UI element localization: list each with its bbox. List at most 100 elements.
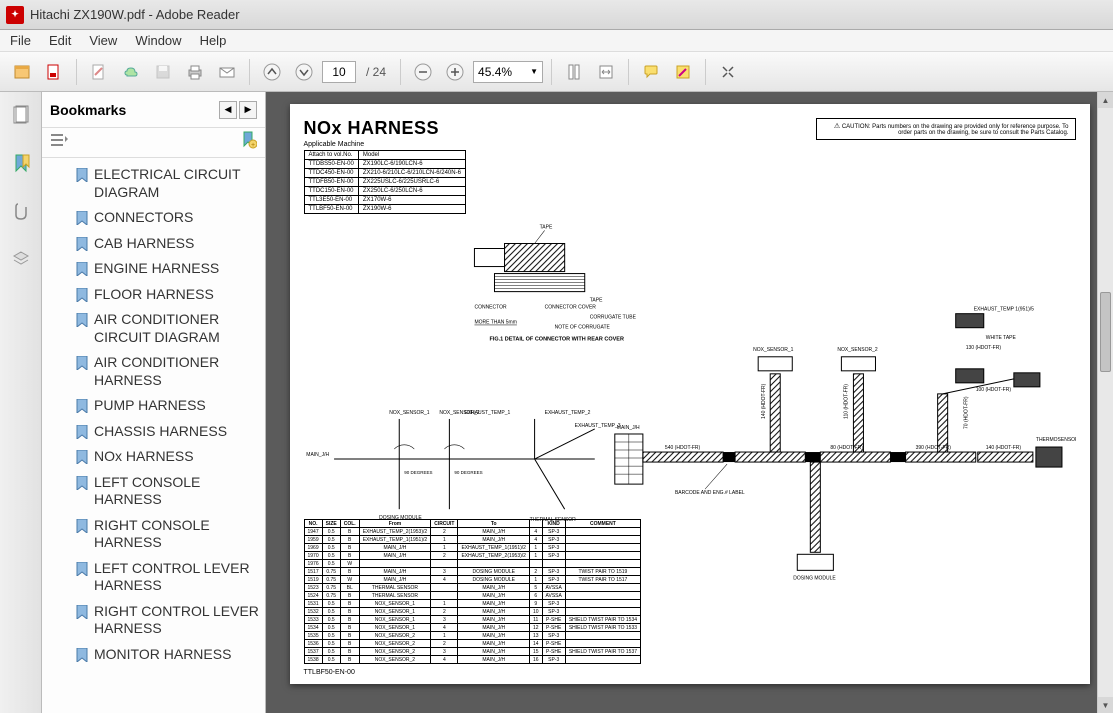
bookmark-label: FLOOR HARNESS [94, 286, 214, 304]
bookmark-icon [76, 425, 88, 439]
svg-text:BARCODE AND ENG.# LABEL: BARCODE AND ENG.# LABEL [674, 490, 744, 496]
highlight-button[interactable] [669, 58, 697, 86]
scroll-thumb[interactable] [1100, 292, 1111, 372]
bookmark-icon [76, 605, 88, 619]
bookmark-item[interactable]: AIR CONDITIONER HARNESS [70, 350, 265, 393]
zoom-out-button[interactable] [409, 58, 437, 86]
svg-text:CORRUGATE TUBE: CORRUGATE TUBE [589, 315, 636, 321]
menu-view[interactable]: View [89, 33, 117, 48]
svg-text:140 (HDOT-FR): 140 (HDOT-FR) [985, 445, 1021, 451]
scroll-up-icon[interactable]: ▲ [1098, 92, 1113, 108]
scroll-down-icon[interactable]: ▼ [1098, 697, 1113, 713]
svg-text:NOX_SENSOR_1: NOX_SENSOR_1 [389, 410, 430, 416]
bookmark-icon [76, 450, 88, 464]
warning-icon: ⚠ [834, 123, 840, 130]
svg-text:MORE THAN 5mm: MORE THAN 5mm [474, 320, 516, 326]
menu-file[interactable]: File [10, 33, 31, 48]
bookmark-label: RIGHT CONSOLE HARNESS [94, 517, 259, 552]
bookmark-item[interactable]: RIGHT CONTROL LEVER HARNESS [70, 599, 265, 642]
svg-text:CONNECTOR COVER: CONNECTOR COVER [544, 305, 596, 311]
bookmark-label: PUMP HARNESS [94, 397, 206, 415]
bookmark-item[interactable]: PUMP HARNESS [70, 393, 265, 419]
bookmark-item[interactable]: CAB HARNESS [70, 231, 265, 257]
bookmark-label: ELECTRICAL CIRCUIT DIAGRAM [94, 166, 259, 201]
comment-button[interactable] [637, 58, 665, 86]
layers-button[interactable] [8, 246, 34, 272]
page-up-button[interactable] [258, 58, 286, 86]
bookmark-icon [76, 356, 88, 370]
bookmark-ribbon-button[interactable] [8, 150, 34, 176]
bookmark-icon [76, 648, 88, 662]
bookmark-item[interactable]: CONNECTORS [70, 205, 265, 231]
bookmark-label: CONNECTORS [94, 209, 193, 227]
bookmark-item[interactable]: ENGINE HARNESS [70, 256, 265, 282]
doc-scrollbar[interactable]: ▲ ▼ [1097, 92, 1113, 713]
create-pdf-button[interactable] [40, 58, 68, 86]
circuit-table: NO.SIZECOL.FromCIRCUITToKINDCOMMENT19470… [304, 519, 642, 664]
bookmark-label: RIGHT CONTROL LEVER HARNESS [94, 603, 259, 638]
svg-text:DOSING MODULE: DOSING MODULE [793, 575, 836, 581]
page-down-button[interactable] [290, 58, 318, 86]
bookmark-item[interactable]: AIR CONDITIONER CIRCUIT DIAGRAM [70, 307, 265, 350]
bookmark-icon [76, 211, 88, 225]
bookmark-label: ENGINE HARNESS [94, 260, 219, 278]
svg-text:MAIN_J/H: MAIN_J/H [306, 452, 329, 458]
fit-page-button[interactable] [560, 58, 588, 86]
svg-text:NOX_SENSOR_1: NOX_SENSOR_1 [753, 347, 794, 353]
applicable-machine-table: Attach to vol.No.ModelTTDBS50-EN-00ZX190… [304, 150, 466, 214]
bookmark-item[interactable]: ELECTRICAL CIRCUIT DIAGRAM [70, 162, 265, 205]
bookmark-item[interactable]: RIGHT CONSOLE HARNESS [70, 513, 265, 556]
page-number-input[interactable] [322, 61, 356, 83]
bookmark-add-button[interactable]: + [241, 131, 257, 154]
svg-text:130 (HDOT-FR): 130 (HDOT-FR) [965, 345, 1001, 351]
bookmark-icon [76, 237, 88, 251]
menu-edit[interactable]: Edit [49, 33, 71, 48]
attachments-button[interactable] [8, 198, 34, 224]
bookmark-item[interactable]: LEFT CONTROL LEVER HARNESS [70, 556, 265, 599]
cloud-button[interactable] [117, 58, 145, 86]
bookmark-item[interactable]: LEFT CONSOLE HARNESS [70, 470, 265, 513]
email-button[interactable] [213, 58, 241, 86]
bookmark-label: LEFT CONTROL LEVER HARNESS [94, 560, 259, 595]
svg-text:NOTE OF CORRUGATE: NOTE OF CORRUGATE [554, 325, 610, 331]
bookmark-icon [76, 262, 88, 276]
bookmark-options-icon[interactable] [50, 132, 68, 153]
page-total-label: / 24 [366, 65, 386, 79]
bookmark-icon [76, 288, 88, 302]
zoom-in-button[interactable] [441, 58, 469, 86]
bookmark-label: LEFT CONSOLE HARNESS [94, 474, 259, 509]
menu-window[interactable]: Window [135, 33, 181, 48]
open-file-button[interactable] [8, 58, 36, 86]
edit-button[interactable] [85, 58, 113, 86]
menu-help[interactable]: Help [200, 33, 227, 48]
bookmark-item[interactable]: NOx HARNESS [70, 444, 265, 470]
save-button[interactable] [149, 58, 177, 86]
page-thumbs-button[interactable] [8, 102, 34, 128]
print-button[interactable] [181, 58, 209, 86]
svg-text:+: + [251, 142, 255, 149]
svg-text:540 (HDOT-FR): 540 (HDOT-FR) [664, 445, 700, 451]
svg-text:WHITE TAPE: WHITE TAPE [985, 335, 1016, 341]
svg-text:90 DEGREES: 90 DEGREES [454, 470, 482, 475]
svg-text:90 DEGREES: 90 DEGREES [404, 470, 432, 475]
bookmark-item[interactable]: FLOOR HARNESS [70, 282, 265, 308]
bookmark-prev-button[interactable]: ◀ [219, 101, 237, 119]
caution-box: ⚠ CAUTION: Parts numbers on the drawing … [816, 118, 1076, 140]
bookmark-label: CAB HARNESS [94, 235, 194, 253]
pdf-app-icon: ✦ [6, 6, 24, 24]
svg-text:EXHAUST_TEMP 1(951)/5: EXHAUST_TEMP 1(951)/5 [973, 307, 1033, 313]
svg-text:100 (HDOT-FR): 100 (HDOT-FR) [975, 387, 1011, 393]
bookmarks-title: Bookmarks [50, 102, 126, 118]
bookmark-item[interactable]: MONITOR HARNESS [70, 642, 265, 668]
bookmark-item[interactable]: CHASSIS HARNESS [70, 419, 265, 445]
bookmark-icon [76, 313, 88, 327]
svg-text:THERMOSENSOR: THERMOSENSOR [1035, 437, 1075, 443]
read-mode-button[interactable] [714, 58, 742, 86]
zoom-level-select[interactable]: 45.4%▼ [473, 61, 543, 83]
bookmark-icon [76, 562, 88, 576]
fit-width-button[interactable] [592, 58, 620, 86]
bookmark-label: NOx HARNESS [94, 448, 194, 466]
applicable-machine-label: Applicable Machine [304, 141, 1076, 148]
bookmark-next-button[interactable]: ▶ [239, 101, 257, 119]
svg-text:TAPE: TAPE [589, 298, 602, 304]
